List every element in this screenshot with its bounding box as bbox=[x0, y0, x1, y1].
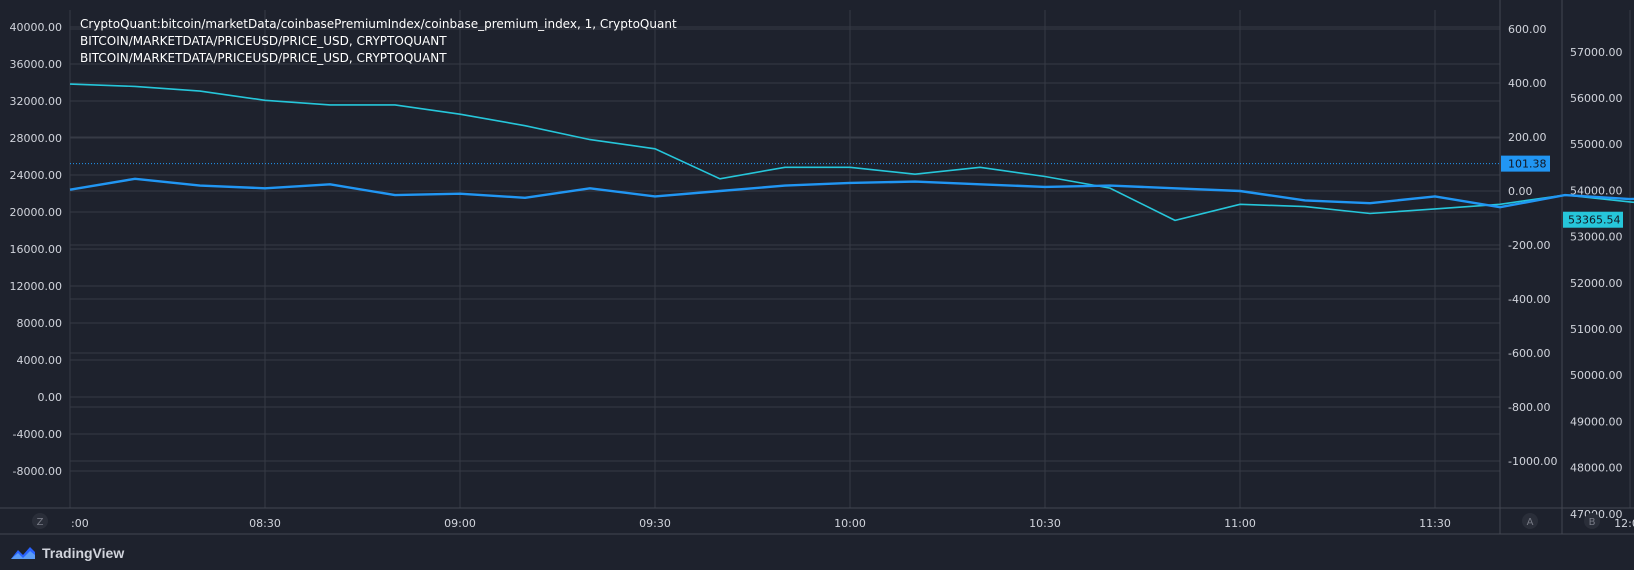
left-axis-tick: 16000.00 bbox=[10, 243, 63, 256]
left-axis-tick: 28000.00 bbox=[10, 132, 63, 145]
time-axis-tick: 08:30 bbox=[249, 517, 281, 530]
time-axis-tick: 10:00 bbox=[834, 517, 866, 530]
axis-separators bbox=[0, 0, 1634, 535]
legend-entry-price: BITCOIN/MARKETDATA/PRICEUSD/PRICE_USD, C… bbox=[80, 34, 447, 48]
time-axis-tick: 09:00 bbox=[444, 517, 476, 530]
series-line-premium bbox=[69, 177, 1634, 209]
left-axis-tick: 24000.00 bbox=[10, 169, 63, 182]
time-axis-tick: 11:00 bbox=[1224, 517, 1256, 530]
scale-button-a[interactable]: A bbox=[1527, 517, 1534, 528]
left-axis-tick: 4000.00 bbox=[17, 354, 63, 367]
right-a-tick: 200.00 bbox=[1508, 131, 1547, 144]
left-axis-tick: 32000.00 bbox=[10, 95, 63, 108]
series-group bbox=[69, 83, 1634, 222]
right-b-tick: 52000.00 bbox=[1570, 277, 1623, 290]
left-axis-tick: 12000.00 bbox=[10, 280, 63, 293]
legend-entry-premium: CryptoQuant:bitcoin/marketData/coinbaseP… bbox=[80, 17, 677, 31]
right-a-tick: -600.00 bbox=[1508, 347, 1550, 360]
right-a-tick: -400.00 bbox=[1508, 293, 1550, 306]
chart-canvas: 40000.00 36000.00 32000.00 28000.00 24000.00… bbox=[0, 0, 1634, 535]
right-b-tick: 56000.00 bbox=[1570, 92, 1623, 105]
right-b-tick: 55000.00 bbox=[1570, 138, 1623, 151]
right-b-tick: 53000.00 bbox=[1570, 231, 1623, 244]
left-axis-tick: 40000.00 bbox=[10, 21, 63, 34]
right-axis-b: 57000.0056000.0055000.0054000.0053000.00… bbox=[1570, 46, 1623, 521]
grid-lines bbox=[69, 10, 1631, 508]
right-a-tick: 0.00 bbox=[1508, 185, 1533, 198]
left-axis: 40000.00 36000.00 32000.00 28000.00 24000.00… bbox=[10, 21, 63, 478]
right-axis-a: 600.00 400.00 200.00 0.00 -200.00 -400.00 -600… bbox=[1508, 23, 1557, 468]
tradingview-footer[interactable]: TradingView bbox=[10, 540, 124, 566]
right-a-tick: -800.00 bbox=[1508, 401, 1550, 414]
right-a-tick: 600.00 bbox=[1508, 23, 1547, 36]
series-line-price bbox=[69, 83, 1634, 222]
scale-button-z[interactable]: Z bbox=[37, 517, 44, 528]
left-axis-tick: -4000.00 bbox=[13, 428, 62, 441]
time-axis-tick: :00 bbox=[71, 517, 89, 530]
right-b-tick: 48000.00 bbox=[1570, 462, 1623, 475]
legend-entry-price-2: BITCOIN/MARKETDATA/PRICEUSD/PRICE_USD, C… bbox=[80, 51, 447, 65]
chart-legend: CryptoQuant:bitcoin/marketData/coinbaseP… bbox=[80, 16, 677, 67]
scale-button-b[interactable]: B bbox=[1589, 517, 1596, 528]
right-a-tick: 400.00 bbox=[1508, 77, 1547, 90]
tradingview-logo-icon bbox=[11, 547, 35, 559]
left-axis-tick: 8000.00 bbox=[17, 317, 63, 330]
left-axis-tick: 36000.00 bbox=[10, 58, 63, 71]
right-b-tick: 57000.00 bbox=[1570, 46, 1623, 59]
time-axis-tick: 12:00 bbox=[1614, 517, 1634, 530]
time-axis-tick: 11:30 bbox=[1419, 517, 1451, 530]
left-axis-tick: 20000.00 bbox=[10, 206, 63, 219]
last-value-badges: 101.38 53365.54 bbox=[70, 155, 1623, 228]
time-axis-tick: 10:30 bbox=[1029, 517, 1061, 530]
time-axis-tick: 09:30 bbox=[639, 517, 671, 530]
premium-last-value: 101.38 bbox=[1508, 158, 1547, 171]
left-axis-tick: 0.00 bbox=[38, 391, 63, 404]
price-last-value: 53365.54 bbox=[1568, 214, 1621, 227]
right-b-tick: 49000.00 bbox=[1570, 415, 1623, 428]
right-b-tick: 50000.00 bbox=[1570, 369, 1623, 382]
tradingview-brand: TradingView bbox=[42, 545, 125, 561]
right-b-tick: 51000.00 bbox=[1570, 323, 1623, 336]
right-a-tick: -1000.00 bbox=[1508, 455, 1557, 468]
time-axis: :00 08:30 09:00 09:30 10:00 10:30 11:00 11:30 12… bbox=[71, 517, 1634, 530]
left-axis-tick: -8000.00 bbox=[13, 465, 62, 478]
right-a-tick: -200.00 bbox=[1508, 239, 1550, 252]
